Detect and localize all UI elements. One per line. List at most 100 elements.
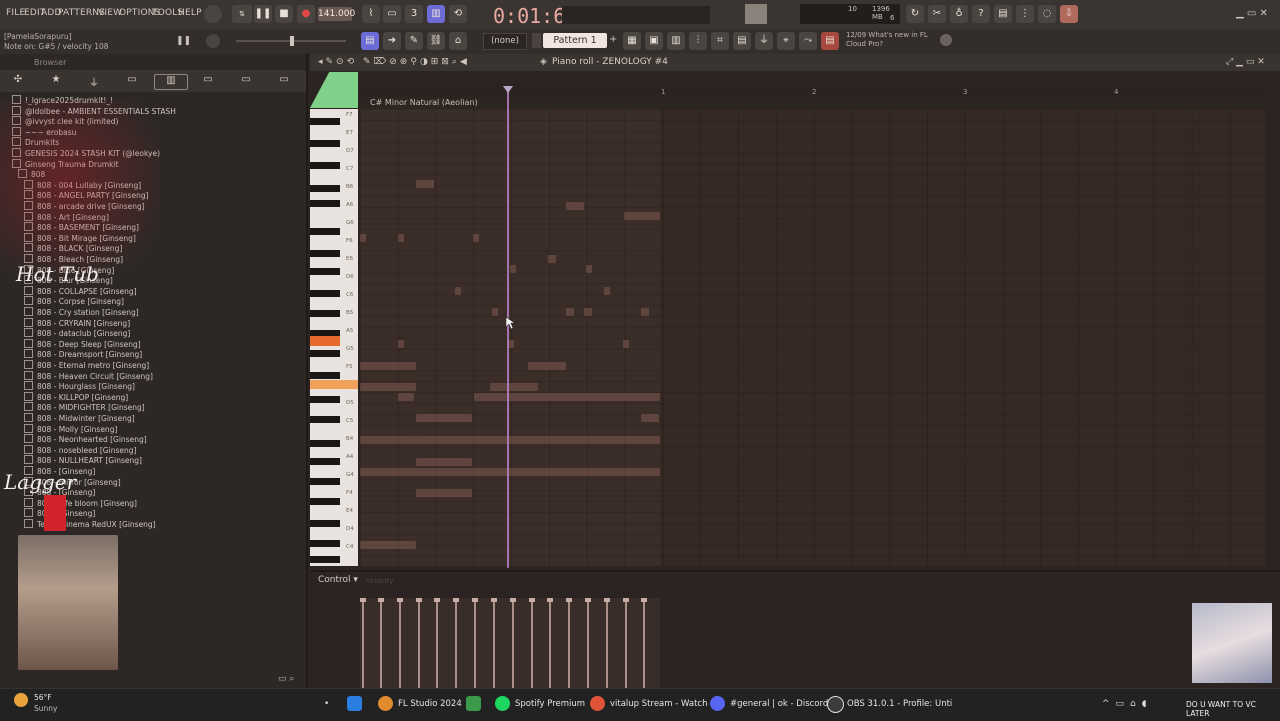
midi-note[interactable]: [455, 287, 461, 295]
midi-note[interactable]: [624, 212, 660, 220]
midi-note[interactable]: [360, 468, 660, 476]
browser-sample[interactable]: 808 - Hourglass [Ginseng]: [24, 381, 135, 391]
mixer-icon[interactable]: ▤: [994, 5, 1012, 23]
midi-note[interactable]: [474, 393, 660, 401]
black-key[interactable]: [310, 350, 340, 357]
velocity-bar[interactable]: [568, 600, 570, 688]
obs-app-icon[interactable]: [827, 696, 844, 713]
velocity-bar[interactable]: [493, 600, 495, 688]
midi-note[interactable]: [398, 340, 404, 348]
black-key[interactable]: [310, 396, 340, 403]
midi-note[interactable]: [473, 234, 479, 242]
velocity-bar[interactable]: [625, 600, 627, 688]
browser-sample[interactable]: 808 - KILLPOP [Ginseng]: [24, 391, 128, 402]
velocity-handle[interactable]: [434, 598, 440, 602]
velocity-handle[interactable]: [472, 598, 478, 602]
browser-footer-icons[interactable]: ▭ ⌕: [278, 674, 294, 684]
black-key[interactable]: [310, 458, 340, 465]
black-key[interactable]: [310, 498, 340, 505]
black-key[interactable]: [310, 440, 340, 447]
master-volume-knob[interactable]: [204, 5, 222, 23]
velocity-lane[interactable]: [360, 598, 660, 688]
metronome-icon[interactable]: ⌇: [362, 5, 380, 23]
velocity-bar[interactable]: [606, 600, 608, 688]
help-icon[interactable]: ?: [972, 5, 990, 23]
pause-mini-icon[interactable]: ❚❚: [176, 36, 191, 46]
browser-sample[interactable]: 808 - Neonhearted [Ginseng]: [24, 434, 147, 444]
task-spotify[interactable]: Spotify Premium: [515, 699, 585, 709]
velocity-bar[interactable]: [455, 600, 457, 688]
task-discord[interactable]: #general | ok - Discord: [730, 699, 828, 709]
velocity-handle[interactable]: [623, 598, 629, 602]
velocity-handle[interactable]: [378, 598, 384, 602]
song-mode-toggle[interactable]: ⇅: [232, 5, 252, 23]
terminal-app-icon[interactable]: [466, 696, 481, 711]
link-icon[interactable]: ⛓: [427, 32, 445, 50]
cut-icon[interactable]: ✂: [928, 5, 946, 23]
speaker-icon[interactable]: ◈: [540, 57, 547, 67]
window-controls[interactable]: ▁ ▭ ✕: [1236, 8, 1268, 19]
velocity-bar[interactable]: [587, 600, 589, 688]
weather-temp[interactable]: 56°F: [34, 693, 52, 702]
browser-sample[interactable]: 808 - Midwinter [Ginseng]: [24, 413, 135, 423]
velocity-handle[interactable]: [566, 598, 572, 602]
black-key[interactable]: [310, 478, 340, 485]
folder2-tab-icon[interactable]: ▭: [200, 74, 216, 88]
midi-note[interactable]: [584, 308, 592, 316]
star-icon[interactable]: ★: [48, 74, 64, 88]
sample-tab-icon[interactable]: ▥: [154, 74, 188, 90]
menu-file[interactable]: FILE: [6, 8, 25, 18]
velocity-handle[interactable]: [510, 598, 516, 602]
zoom-tab[interactable]: [310, 72, 358, 108]
black-key[interactable]: [310, 310, 340, 317]
velocity-handle[interactable]: [641, 598, 647, 602]
task-fl-studio[interactable]: FL Studio 2024: [398, 699, 462, 709]
browser-sample[interactable]: 808 - NULLHEART [Ginseng]: [24, 455, 142, 465]
pencil-icon[interactable]: ✎: [405, 32, 423, 50]
black-key[interactable]: [310, 540, 340, 547]
plug-icon[interactable]: ⏚: [755, 32, 773, 50]
stop-button[interactable]: ■: [275, 5, 293, 23]
midi-note[interactable]: [566, 202, 584, 210]
menu-help[interactable]: HELP: [178, 8, 202, 18]
midi-note[interactable]: [360, 362, 416, 370]
midi-note[interactable]: [398, 393, 414, 401]
tools-icon[interactable]: ▤: [821, 32, 839, 50]
wait-input-icon[interactable]: ▭: [383, 5, 401, 23]
playhead-marker[interactable]: [503, 86, 513, 93]
download-icon[interactable]: ⇩: [1060, 5, 1078, 23]
pin-icon[interactable]: ⌖: [777, 32, 795, 50]
piano-view-icon[interactable]: ▥: [667, 32, 685, 50]
tempo-display[interactable]: 141.000: [318, 7, 355, 21]
control-selector[interactable]: Control ▾: [318, 575, 358, 585]
spotify-app-icon[interactable]: [495, 696, 510, 711]
browser-sample[interactable]: 808 - CRYRAIN [Ginseng]: [24, 317, 130, 328]
chain-icon[interactable]: ⤳: [799, 32, 817, 50]
plugin-tab-icon[interactable]: ⏚: [86, 74, 102, 89]
browser-sample[interactable]: 808 - nosebleed [Ginseng]: [24, 444, 136, 455]
velocity-handle[interactable]: [360, 598, 366, 602]
midi-note[interactable]: [360, 541, 416, 549]
channel-select-arrow[interactable]: [532, 33, 541, 48]
velocity-bar[interactable]: [380, 600, 382, 688]
velocity-handle[interactable]: [416, 598, 422, 602]
browser-sample[interactable]: 808 - Heaven Circuit [Ginseng]: [24, 370, 153, 381]
plugin-view-icon[interactable]: ⌗: [711, 32, 729, 50]
playlist-icon[interactable]: ▤: [361, 32, 379, 50]
system-tray-icons[interactable]: ^▭⌂◖: [1102, 699, 1153, 709]
velocity-handle[interactable]: [547, 598, 553, 602]
windows-start-icon[interactable]: [347, 696, 362, 711]
midi-note[interactable]: [586, 265, 592, 273]
news-panel[interactable]: 12/09 What's new in FL Cloud Pro?: [846, 31, 936, 51]
black-key[interactable]: [310, 556, 340, 563]
velocity-handle[interactable]: [397, 598, 403, 602]
loop-record-icon[interactable]: ⟲: [449, 5, 467, 23]
channel-select[interactable]: (none): [483, 33, 527, 50]
refresh-icon[interactable]: ↻: [906, 5, 924, 23]
mic-icon[interactable]: ♁: [950, 5, 968, 23]
step-edit-icon[interactable]: ▥: [427, 5, 445, 23]
midi-note[interactable]: [360, 383, 416, 391]
task-stream[interactable]: vitalup Stream - Watch: [610, 699, 707, 709]
channel-view-icon[interactable]: ▣: [645, 32, 663, 50]
velocity-bar[interactable]: [436, 600, 438, 688]
